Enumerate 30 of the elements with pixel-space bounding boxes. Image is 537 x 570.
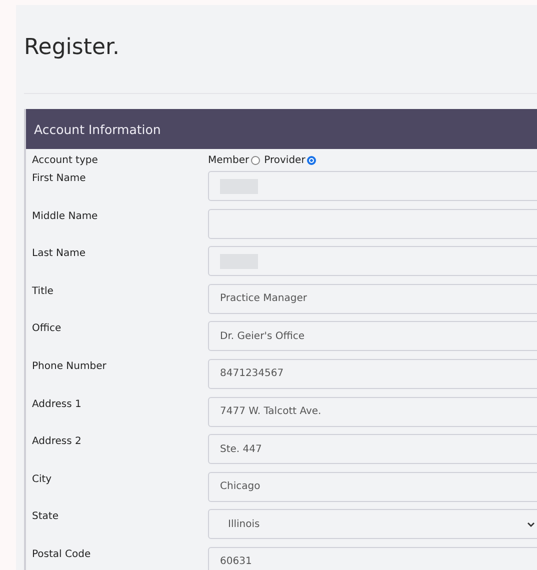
state-dropdown[interactable]: Illinois [208,509,537,540]
chevron-down-icon [527,522,535,528]
input-field[interactable]: 7477 W. Talcott Ave. [208,396,537,427]
field-label: State [32,510,60,522]
field-label: Postal Code [32,548,92,560]
field-label: City [32,472,53,485]
input-field[interactable]: Ste. 447 [208,434,537,464]
input-field[interactable]: 60631 [208,546,537,570]
input-field[interactable]: 8471234567 [208,358,537,389]
input-field[interactable]: Chicago [208,472,537,502]
field-label: Account type [32,154,99,166]
input-field[interactable] [208,171,537,201]
field-label: Last Name [32,247,87,260]
page-title: Register. [24,34,121,62]
field-label: Office [32,322,62,334]
field-label: Title [32,284,54,297]
field-label: Address 2 [32,435,82,448]
field-label: Middle Name [32,210,99,222]
input-field[interactable] [208,208,537,239]
radio-button[interactable] [307,156,316,164]
input-field[interactable]: Dr. Geier's Office [208,321,537,352]
field-label: Address 1 [32,398,82,410]
radio-label: Member [208,154,250,166]
radio-button[interactable] [251,156,260,164]
input-field[interactable]: Practice Manager [208,284,537,314]
panel-title: Account Information [34,122,161,136]
input-field[interactable] [208,246,537,276]
radio-label: Provider [264,154,306,166]
field-label: Phone Number [32,360,108,372]
field-label: First Name [32,172,87,184]
